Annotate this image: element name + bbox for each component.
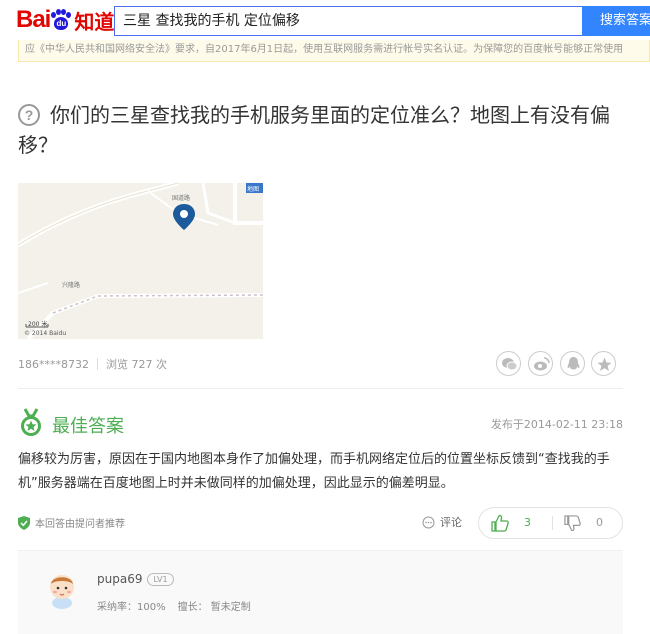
logo-text-bai: Bai: [16, 6, 51, 33]
thumbs-down-icon[interactable]: [564, 515, 581, 532]
share-weibo[interactable]: [528, 351, 553, 376]
map-label-top: 国道路: [172, 195, 191, 202]
real-name-notice: 应《中华人民共和国网络安全法》要求，自2017年6月1日起，使用互联网服务需进行…: [18, 40, 650, 62]
vote-divider: [552, 516, 553, 530]
asker-name[interactable]: 186****8732: [18, 358, 89, 371]
level-badge: LV1: [147, 573, 174, 586]
paw-icon: du: [51, 9, 72, 31]
search-input[interactable]: 三星 查找我的手机 定位偏移: [114, 6, 582, 36]
question-map-image[interactable]: 国道路 兴隆路 地图 200 米 © 2014 Baidu: [18, 183, 263, 339]
question-title: ? 你们的三星查找我的手机服务里面的定位准么？地图上有没有偏移？: [18, 100, 628, 160]
upvote-count: 3: [524, 516, 531, 529]
answerer-name-row: pupa69 LV1: [97, 572, 174, 586]
logo-text-zhidao: 知道: [74, 9, 115, 34]
question-title-text: 你们的三星查找我的手机服务里面的定位准么？地图上有没有偏移？: [18, 103, 610, 157]
answerer-card: pupa69 LV1 采纳率：100% 擅长： 暂未定制: [18, 550, 623, 634]
share-qq[interactable]: [560, 351, 585, 376]
thumbs-up-icon[interactable]: [491, 514, 509, 532]
qq-icon: [567, 357, 580, 370]
recommend-text: 本回答由提问者推荐: [35, 519, 125, 530]
recommend-note: 本回答由提问者推荐: [18, 515, 125, 530]
wechat-icon: [502, 358, 518, 371]
answerer-stats: 采纳率：100% 擅长： 暂未定制: [97, 598, 263, 613]
share-wechat[interactable]: [496, 351, 521, 376]
medal-icon: [21, 408, 41, 436]
answerer-name[interactable]: pupa69: [97, 572, 142, 586]
logo-text-du: du: [56, 19, 67, 28]
comment-label: 评论: [440, 516, 462, 529]
shield-check-icon: [18, 515, 30, 530]
map-drawing: [18, 183, 263, 339]
share-star[interactable]: [591, 351, 616, 376]
specialty: 擅长： 暂未定制: [177, 602, 251, 613]
best-answer-header: 最佳答案 发布于2014-02-11 23:18: [18, 408, 623, 438]
top-bar: Bai du 知道 三星 查找我的手机 定位偏移 搜索答案: [0, 0, 650, 40]
vote-box: 3 0: [478, 507, 623, 539]
comment-icon: [422, 516, 435, 528]
avatar[interactable]: [42, 569, 82, 609]
question-icon: ?: [18, 104, 40, 126]
map-scale: 200 米: [28, 321, 48, 328]
map-label-left: 兴隆路: [62, 282, 81, 289]
view-count: 浏览 727 次: [106, 358, 167, 371]
question-meta: 186****8732 浏览 727 次: [18, 356, 167, 372]
star-icon: [597, 357, 612, 371]
weibo-icon: [534, 357, 550, 371]
comment-button[interactable]: 评论: [422, 514, 462, 530]
map-badge-text: 地图: [247, 186, 260, 193]
best-answer-title: 最佳答案: [52, 416, 124, 437]
answer-time: 发布于2014-02-11 23:18: [490, 418, 623, 431]
best-answer-text: 偏移较为厉害，原因在于国内地图本身作了加偏处理，而手机网络定位后的位置坐标反馈到…: [18, 452, 610, 491]
downvote-count: 0: [596, 516, 603, 529]
map-copyright: © 2014 Baidu: [24, 330, 67, 337]
adopt-rate: 采纳率：100%: [97, 602, 166, 613]
divider: [18, 388, 623, 389]
baidu-zhidao-logo[interactable]: Bai du 知道: [16, 4, 114, 36]
search-button[interactable]: 搜索答案: [582, 6, 650, 36]
